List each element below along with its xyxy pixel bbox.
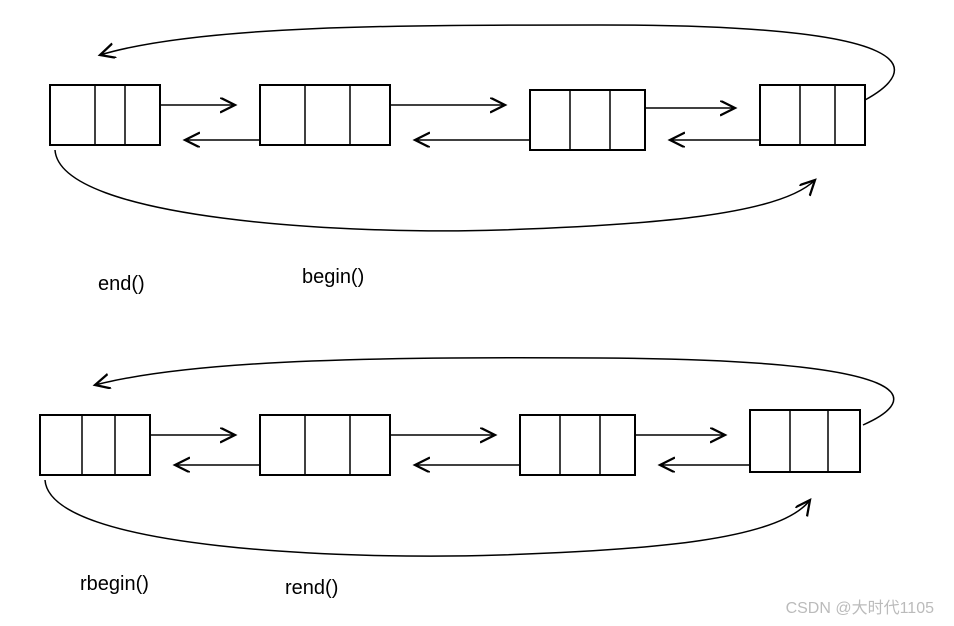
label-rbegin: rbegin(): [80, 573, 149, 596]
node-3-top: [530, 90, 645, 150]
top-wrap-arrow: [100, 25, 894, 100]
top-wrap-arrow-bottom: [95, 358, 894, 425]
node-1-bottom: [40, 415, 150, 475]
linked-list-diagram: [0, 0, 954, 626]
node-1-top: [50, 85, 160, 145]
node-4-top: [760, 85, 865, 145]
label-end: end(): [98, 273, 145, 296]
label-begin: begin(): [302, 266, 364, 289]
node-2-bottom: [260, 415, 390, 475]
watermark: CSDN @大时代1105: [786, 594, 934, 618]
node-2-top: [260, 85, 390, 145]
node-4-bottom: [750, 410, 860, 472]
bottom-wrap-arrow-top: [55, 150, 815, 231]
label-rend: rend(): [285, 577, 338, 600]
bottom-wrap-arrow-bottom: [45, 480, 810, 556]
node-3-bottom: [520, 415, 635, 475]
